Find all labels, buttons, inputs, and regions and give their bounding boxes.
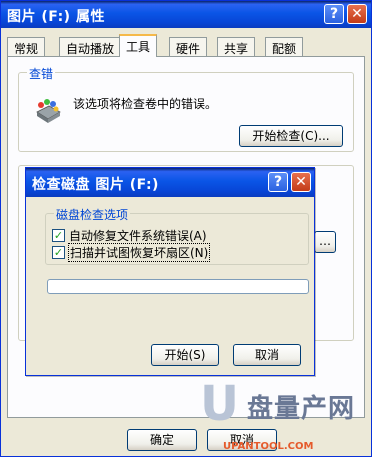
start-button[interactable]: 开始(S) [151,344,219,366]
dialog-cancel-button[interactable]: 取消 [233,344,301,366]
watermark-logo-letter: U [200,376,239,432]
disk-check-icon [33,96,63,126]
help-button[interactable]: ? [324,4,344,24]
ok-button[interactable]: 确定 [127,429,197,451]
check-disk-title: 检查磁盘 图片 (F:) [32,177,159,193]
fix-errors-checkbox[interactable]: ✓ [52,229,65,242]
tab-sharing[interactable]: 共享 [217,37,256,56]
error-check-description: 该选项将检查卷中的错误。 [73,97,218,111]
tab-tools[interactable]: 工具 [119,34,158,57]
check-disk-dialog: 检查磁盘 图片 (F:) ? ✕ 磁盘检查选项 ✓ 自动修复文件系统错误(A) … [25,167,315,376]
tab-hardware[interactable]: 硬件 [169,37,208,56]
tab-general[interactable]: 常规 [7,37,46,56]
check-options-label: 磁盘检查选项 [54,206,131,223]
dialog-help-button[interactable]: ? [268,172,288,192]
start-check-button[interactable]: 开始检查(C)... [239,125,343,147]
properties-title-bar[interactable]: 图片 (F:) 属性 ? ✕ [1,1,371,28]
check-progress-bar [47,279,309,294]
check-disk-title-bar[interactable]: 检查磁盘 图片 (F:) ? ✕ [26,168,314,197]
scan-sectors-checkbox[interactable]: ✓ [52,246,65,259]
properties-title: 图片 (F:) 属性 [7,9,105,25]
error-check-group-label: 查错 [27,65,56,82]
ellipsis-icon: … [319,234,331,248]
close-icon: ✕ [295,174,307,190]
watermark-brand: 盘量产网 [247,394,356,424]
help-icon: ? [329,6,339,22]
watermark-url: UPANTOOL.COM [223,441,314,452]
hidden-group-button[interactable]: … [314,231,336,253]
checkmark-icon: ✓ [53,229,64,242]
help-icon: ? [273,174,283,190]
dialog-close-button[interactable]: ✕ [291,172,311,192]
fix-errors-label[interactable]: 自动修复文件系统错误(A) [69,227,207,244]
tab-quota[interactable]: 配额 [265,37,304,56]
scan-sectors-label[interactable]: 扫描并试图恢复坏扇区(N) [67,243,211,262]
checkmark-icon: ✓ [53,246,64,259]
close-icon: ✕ [351,6,363,22]
tab-autoplay[interactable]: 自动播放 [59,37,122,56]
error-check-group: 查错 该选项将检查卷中的错误。 开始检查(C)... [18,65,354,152]
close-button[interactable]: ✕ [347,4,367,24]
